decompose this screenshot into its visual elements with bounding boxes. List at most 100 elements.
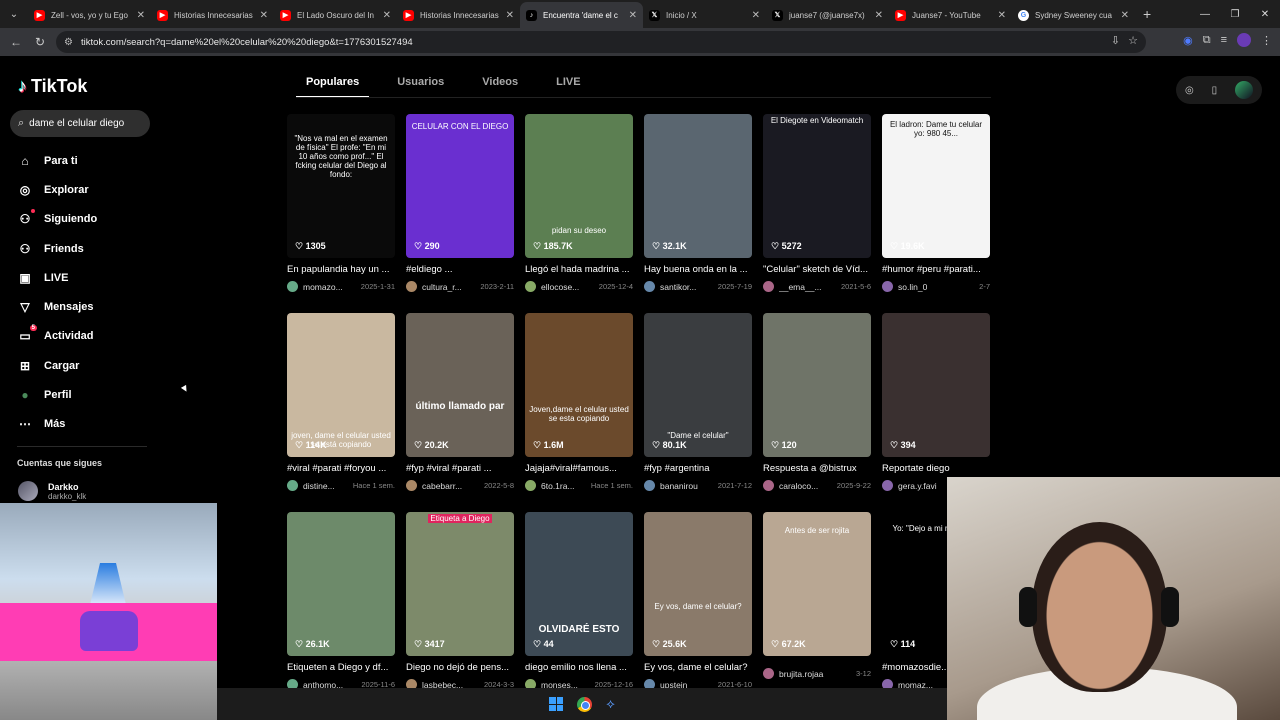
video-thumbnail[interactable]: Joven,dame el celular usted se esta copi…	[525, 313, 633, 457]
site-info-icon[interactable]: ⚙	[64, 37, 73, 48]
video-card[interactable]: CELULAR CON EL DIEGO ♡ 290 #eldiego ... cul…	[406, 114, 514, 292]
video-card[interactable]: pidan su deseo ♡ 185.7K Llegó el hada madr…	[525, 114, 633, 292]
video-thumbnail[interactable]: joven, dame el celular usted se está cop…	[287, 313, 395, 457]
close-tab-icon[interactable]: ✕	[875, 10, 883, 21]
video-caption[interactable]: diego emilio nos llena ...	[525, 662, 633, 673]
video-thumbnail[interactable]: Etiqueta a Diego ♡ 3417	[406, 512, 514, 656]
video-caption[interactable]: Ey vos, dame el celular?	[644, 662, 752, 673]
username[interactable]: cultura_r...	[422, 282, 476, 292]
tab-live[interactable]: LIVE	[546, 76, 590, 98]
video-caption[interactable]: #eldiego ...	[406, 264, 514, 275]
search-input[interactable]: ⌕ dame el celular diego	[10, 110, 150, 137]
video-thumbnail[interactable]: El ladron: Dame tu celular yo: 980 45...…	[882, 114, 990, 258]
avatar[interactable]	[406, 281, 417, 292]
chrome-app-icon[interactable]	[577, 696, 593, 712]
avatar[interactable]	[763, 480, 774, 491]
username[interactable]: 6to.1ra...	[541, 481, 587, 491]
video-card[interactable]: ♡ 26.1K Etiqueten a Diego y df... anthomo.…	[287, 512, 395, 690]
video-caption[interactable]: #fyp #viral #parati ...	[406, 463, 514, 474]
username[interactable]: so.lin_0	[898, 282, 975, 292]
close-tab-icon[interactable]: ✕	[260, 10, 268, 21]
username[interactable]: cabebarr...	[422, 481, 480, 491]
tab-videos[interactable]: Videos	[472, 76, 528, 98]
avatar[interactable]	[525, 480, 536, 491]
browser-tab[interactable]: ♪ Encuentra 'dame el c ✕	[520, 2, 643, 28]
video-caption[interactable]: Diego no dejó de pens...	[406, 662, 514, 673]
avatar[interactable]	[644, 281, 655, 292]
app-icon[interactable]: ⟡	[606, 696, 615, 712]
avatar[interactable]	[287, 480, 298, 491]
avatar[interactable]	[763, 281, 774, 292]
username[interactable]: distine...	[303, 481, 349, 491]
video-card[interactable]: Ey vos, dame el celular? ♡ 25.6K Ey vos, d…	[644, 512, 752, 690]
username[interactable]: caraloco...	[779, 481, 833, 491]
video-caption[interactable]: Jajaja#viral#famous...	[525, 463, 633, 474]
video-caption[interactable]: "Celular" sketch de Víd...	[763, 264, 871, 275]
video-card[interactable]: Joven,dame el celular usted se esta copi…	[525, 313, 633, 491]
video-card[interactable]: ♡ 32.1K Hay buena onda en la ... santikor.…	[644, 114, 752, 292]
avatar[interactable]	[882, 480, 893, 491]
windows-start-icon[interactable]	[549, 697, 564, 711]
avatar[interactable]	[644, 480, 655, 491]
video-thumbnail[interactable]: Ey vos, dame el celular? ♡ 25.6K	[644, 512, 752, 656]
browser-tab[interactable]: 𝕏juanse7 (@juanse7x) ✕	[766, 2, 889, 28]
coins-icon[interactable]: ◎	[1185, 85, 1194, 96]
video-card[interactable]: El ladron: Dame tu celular yo: 980 45...…	[882, 114, 990, 292]
sidebar-item-actividad[interactable]: ▭ 5 Actividad	[18, 322, 97, 351]
video-thumbnail[interactable]: ♡ 32.1K	[644, 114, 752, 258]
chrome-menu-icon[interactable]: ⋮	[1261, 34, 1272, 47]
reading-list-icon[interactable]: ≡	[1221, 34, 1227, 46]
address-bar[interactable]: ⚙ tiktok.com/search?q=dame%20el%20celula…	[56, 31, 1146, 53]
reload-icon[interactable]: ↻	[28, 35, 52, 49]
browser-tab[interactable]: 𝕏 Inicio / X ✕	[643, 2, 766, 28]
following-account[interactable]: Darkko darkko_klk	[18, 481, 86, 501]
profile-avatar-icon[interactable]	[1237, 33, 1251, 47]
video-card[interactable]: El Diegote en Videomatch ♡ 5272 "Celular" …	[763, 114, 871, 292]
user-avatar[interactable]	[1235, 81, 1254, 99]
username[interactable]: bananirou	[660, 481, 714, 491]
close-tab-icon[interactable]: ✕	[506, 10, 514, 21]
avatar[interactable]	[882, 281, 893, 292]
video-caption[interactable]: Etiqueten a Diego y df...	[287, 662, 395, 673]
close-tab-icon[interactable]: ✕	[383, 10, 391, 21]
sidebar-item-cargar[interactable]: ⊞ Cargar	[18, 351, 97, 380]
video-thumbnail[interactable]: pidan su deseo ♡ 185.7K	[525, 114, 633, 258]
video-caption[interactable]: #viral #parati #foryou ...	[287, 463, 395, 474]
video-card[interactable]: OLVIDARÉ ESTO ♡ 44 diego emilio nos llena …	[525, 512, 633, 690]
video-thumbnail[interactable]: ♡ 26.1K	[287, 512, 395, 656]
video-caption[interactable]: Hay buena onda en la ...	[644, 264, 752, 275]
video-card[interactable]: joven, dame el celular usted se está cop…	[287, 313, 395, 491]
close-tab-icon[interactable]: ✕	[752, 10, 760, 21]
browser-tab[interactable]: ▶ Juanse7 - YouTube ✕	[889, 2, 1012, 28]
username[interactable]: santikor...	[660, 282, 714, 292]
puzzle-icon[interactable]: ⧉	[1203, 34, 1211, 47]
minimize-icon[interactable]: —	[1190, 0, 1220, 28]
close-tab-icon[interactable]: ✕	[137, 10, 145, 21]
browser-tab[interactable]: G Sydney Sweeney cua ✕	[1012, 2, 1135, 28]
video-thumbnail[interactable]: Antes de ser rojita ♡ 67.2K	[763, 512, 871, 656]
sidebar-item-friends[interactable]: ⚇ Friends	[18, 234, 97, 263]
sidebar-item-mensajes[interactable]: ▽ Mensajes	[18, 292, 97, 321]
tab-populares[interactable]: Populares	[296, 76, 370, 98]
tiktok-logo[interactable]: ♪ TikTok	[18, 76, 87, 97]
video-caption[interactable]: Llegó el hada madrina ...	[525, 264, 633, 275]
video-thumbnail[interactable]: "Dame el celular" ♡ 80.1K	[644, 313, 752, 457]
browser-tab[interactable]: ▶ Zell - vos, yo y tu Ego ✕	[28, 2, 151, 28]
video-thumbnail[interactable]: CELULAR CON EL DIEGO ♡ 290	[406, 114, 514, 258]
video-caption[interactable]: #fyp #argentina	[644, 463, 752, 474]
video-thumbnail[interactable]: "Nos va mal en el examen de física" El p…	[287, 114, 395, 258]
tab-usuarios[interactable]: Usuarios	[387, 76, 454, 98]
close-window-icon[interactable]: ✕	[1250, 0, 1280, 28]
tab-search-chevron-icon[interactable]: ⌄	[0, 0, 28, 28]
sidebar-item-más[interactable]: ⋯ Más	[18, 410, 97, 439]
browser-tab[interactable]: ▶ El Lado Oscuro del In ✕	[274, 2, 397, 28]
device-icon[interactable]: ▯	[1212, 85, 1218, 96]
video-thumbnail[interactable]: último llamado par ♡ 20.2K	[406, 313, 514, 457]
username[interactable]: brujita.rojaa	[779, 669, 852, 679]
video-card[interactable]: "Nos va mal en el examen de física" El p…	[287, 114, 395, 292]
sidebar-item-perfil[interactable]: ● Perfil	[18, 380, 97, 409]
close-tab-icon[interactable]: ✕	[629, 10, 637, 21]
video-thumbnail[interactable]: OLVIDARÉ ESTO ♡ 44	[525, 512, 633, 656]
username[interactable]: __ema__...	[779, 282, 837, 292]
username[interactable]: ellocose...	[541, 282, 595, 292]
